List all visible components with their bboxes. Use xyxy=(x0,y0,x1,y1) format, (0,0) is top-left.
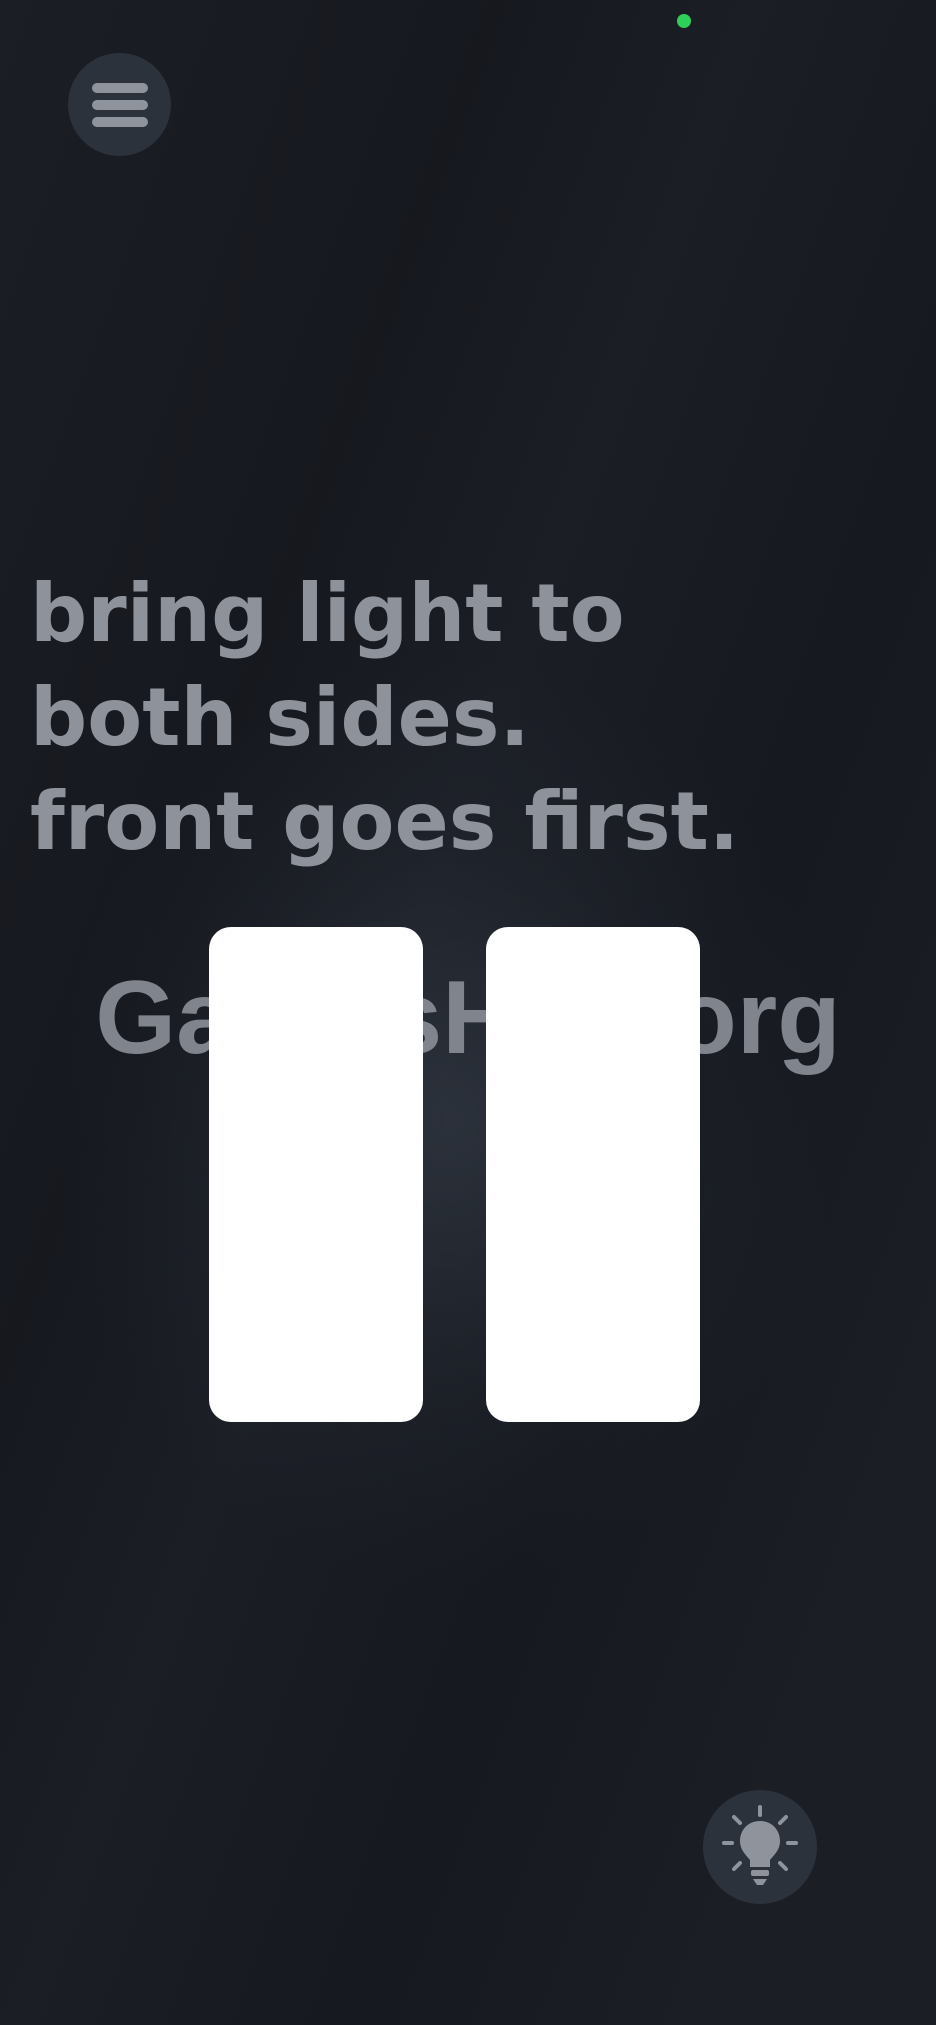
instruction-line-3: front goes first. xyxy=(30,775,740,868)
menu-button[interactable] xyxy=(68,53,171,156)
hamburger-menu-icon xyxy=(91,82,148,127)
card-back[interactable] xyxy=(486,927,700,1422)
status-indicator-dot xyxy=(677,14,691,28)
instruction-line-2: both sides. xyxy=(30,671,530,764)
card-front[interactable] xyxy=(209,927,423,1422)
instruction-text: bring light to both sides. front goes fi… xyxy=(30,562,739,874)
hint-button[interactable] xyxy=(703,1790,817,1904)
instruction-line-1: bring light to xyxy=(30,567,625,660)
lightbulb-icon xyxy=(722,1805,798,1885)
watermark: GamesHub.org xyxy=(95,960,841,1076)
